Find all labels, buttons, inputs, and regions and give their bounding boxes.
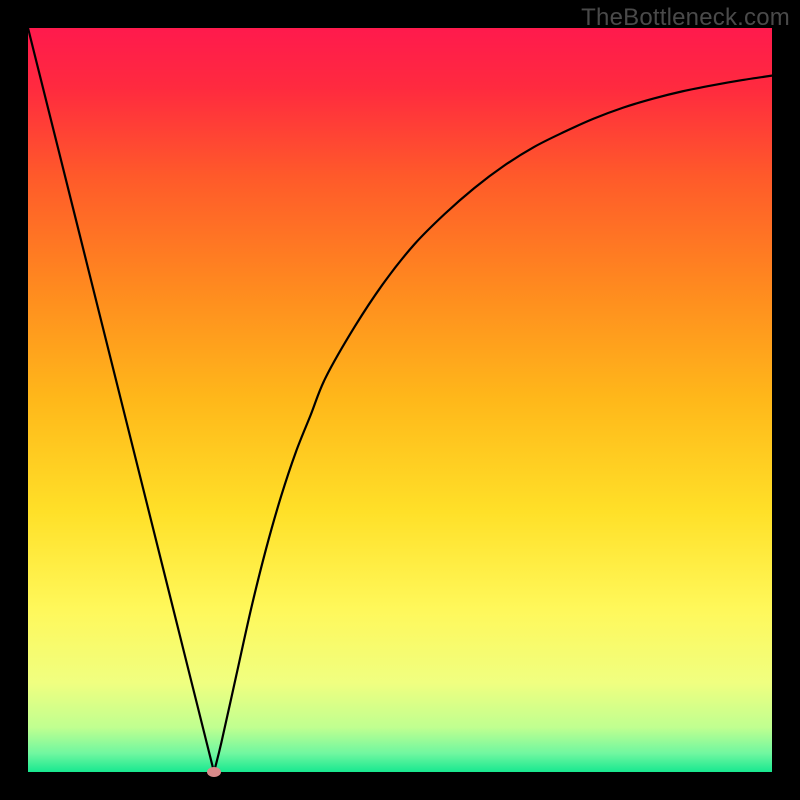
chart-frame [28, 28, 772, 772]
watermark-label: TheBottleneck.com [581, 4, 790, 32]
optimum-marker [207, 767, 221, 777]
bottleneck-curve [28, 28, 772, 772]
curve-path [28, 28, 772, 772]
